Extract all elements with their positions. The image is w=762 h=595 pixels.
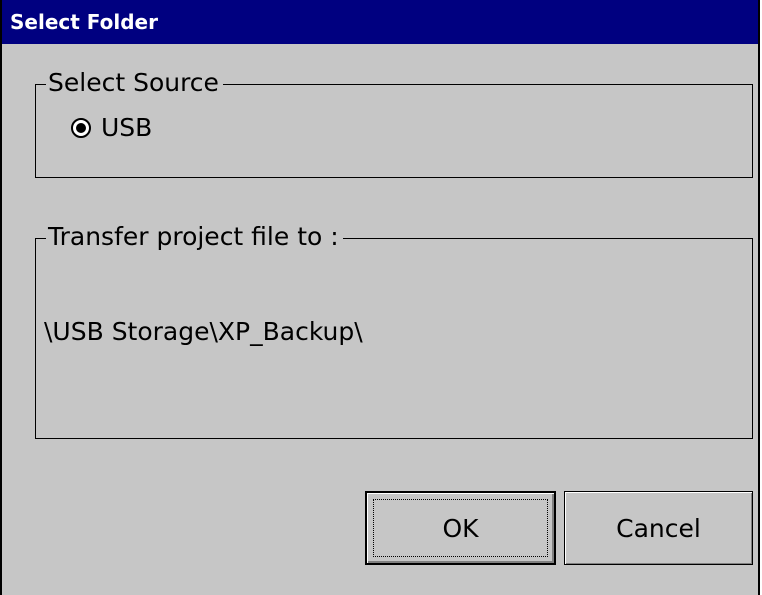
select-folder-dialog: Select Folder Select Source USB Transfer… — [0, 0, 760, 595]
transfer-destination-group: Transfer project file to : \USB Storage\… — [35, 222, 753, 439]
ok-button[interactable]: OK — [365, 491, 556, 565]
cancel-button-label: Cancel — [616, 513, 701, 543]
usb-radio-label: USB — [101, 113, 153, 142]
ok-button-label: OK — [442, 513, 479, 543]
select-source-legend: Select Source — [46, 68, 223, 98]
dialog-title-bar: Select Folder — [2, 0, 758, 44]
dialog-title: Select Folder — [10, 10, 158, 34]
select-source-group: Select Source USB — [35, 68, 753, 178]
destination-path: \USB Storage\XP_Backup\ — [44, 317, 363, 346]
transfer-destination-legend: Transfer project file to : — [46, 222, 343, 252]
radio-button-icon[interactable] — [71, 118, 91, 138]
cancel-button[interactable]: Cancel — [564, 491, 753, 565]
usb-radio-option[interactable]: USB — [71, 113, 152, 143]
radio-selected-dot-icon — [76, 123, 86, 133]
